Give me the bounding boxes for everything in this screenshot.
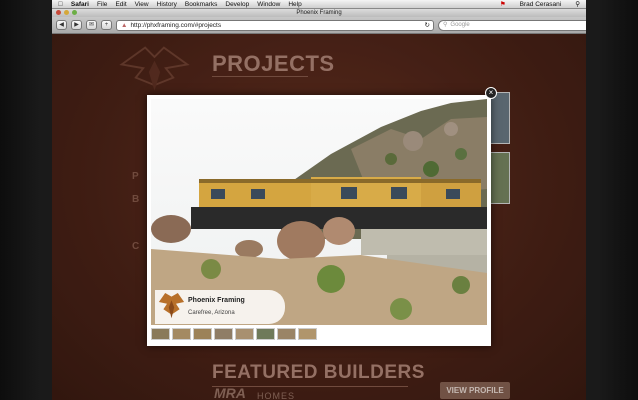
search-icon: ⚲ (443, 21, 448, 28)
thumbnail-strip (151, 328, 317, 340)
project-photo: Phoenix Framing Carefree, Arizona (151, 99, 487, 325)
thumbnail[interactable] (277, 328, 296, 340)
mail-icon[interactable]: ✉ (86, 20, 97, 30)
photo-caption: Phoenix Framing Carefree, Arizona (155, 290, 285, 324)
thumbnail[interactable] (214, 328, 233, 340)
menu-help[interactable]: Help (288, 1, 301, 8)
browser-toolbar: ◀ ▶ ✉ + ▲ http://phxframing.com/#project… (52, 17, 586, 34)
back-button[interactable]: ◀ (56, 20, 67, 30)
user-name[interactable]: Brad Cerasani (520, 1, 562, 8)
close-window-icon[interactable] (56, 10, 61, 15)
thumbnail[interactable] (235, 328, 254, 340)
menu-view[interactable]: View (135, 1, 149, 8)
menu-file[interactable]: File (97, 1, 107, 8)
window-title: Phoenix Framing (296, 10, 342, 16)
menu-develop[interactable]: Develop (225, 1, 249, 8)
phoenix-logo-icon (158, 293, 185, 319)
title-bar: Phoenix Framing (52, 9, 586, 17)
thumbnail[interactable] (256, 328, 275, 340)
address-bar[interactable]: ▲ http://phxframing.com/#projects ↻ (116, 19, 434, 31)
zoom-window-icon[interactable] (72, 10, 77, 15)
search-placeholder: Google (450, 21, 470, 28)
reload-icon[interactable]: ↻ (425, 21, 430, 30)
close-lightbox-button[interactable]: × (485, 87, 497, 99)
browser-window: Phoenix Framing ◀ ▶ ✉ + ▲ http://phxfram… (52, 9, 586, 400)
menu-app-name[interactable]: Safari (71, 1, 89, 8)
menu-edit[interactable]: Edit (115, 1, 126, 8)
lightbox: Phoenix Framing Carefree, Arizona (147, 95, 491, 346)
spotlight-icon[interactable]: ⚲ (575, 0, 580, 8)
apple-icon[interactable]:  (58, 1, 63, 8)
menu-bookmarks[interactable]: Bookmarks (185, 1, 218, 8)
menu-history[interactable]: History (157, 1, 177, 8)
thumbnail[interactable] (298, 328, 317, 340)
thumbnail[interactable] (151, 328, 170, 340)
caption-title: Phoenix Framing (188, 297, 245, 304)
add-bookmark-button[interactable]: + (101, 20, 112, 30)
caption-location: Carefree, Arizona (188, 310, 235, 316)
flag-icon[interactable]: ⚑ (500, 0, 506, 8)
forward-button[interactable]: ▶ (71, 20, 82, 30)
thumbnail[interactable] (193, 328, 212, 340)
menu-bar:  Safari File Edit View History Bookmark… (52, 0, 586, 9)
menu-window[interactable]: Window (257, 1, 280, 8)
search-field[interactable]: ⚲ Google (438, 19, 586, 31)
minimize-window-icon[interactable] (64, 10, 69, 15)
thumbnail[interactable] (172, 328, 191, 340)
web-page: PROJECTS P B C FEATURED BUILDERS MRA HOM… (52, 34, 586, 400)
url-text: http://phxframing.com/#projects (130, 21, 222, 29)
site-favicon-icon: ▲ (121, 21, 128, 29)
